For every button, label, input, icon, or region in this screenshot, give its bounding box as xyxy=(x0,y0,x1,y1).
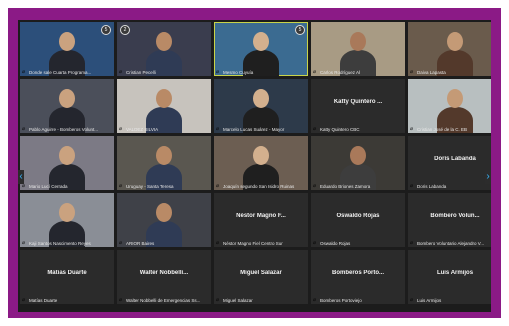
participant-badge: 5 xyxy=(101,25,111,35)
muted-mic-icon: ⌀ xyxy=(410,69,414,75)
participant-tile[interactable]: Matias Duarte Matías Duarte ⌀ xyxy=(20,250,114,304)
participant-tile[interactable]: Bomberos Porto... Bomberos Portoviejo ⌀ xyxy=(311,250,405,304)
participant-badge: 5 xyxy=(295,25,305,35)
muted-mic-icon: ⌀ xyxy=(119,183,123,189)
participant-tile[interactable]: Oswaldo Rojas Oswaldo Rojas ⌀ xyxy=(311,193,405,247)
participant-name: Cristian Pecelli xyxy=(126,70,156,75)
participant-name: Bombero Voluntario Alejandro V... xyxy=(417,241,485,246)
window-frame: Donde sale Cuarta Programa... ⌀ 5 Cristian … xyxy=(8,8,501,318)
participant-name: Pablo Aguirre - Bomberos Volunt... xyxy=(29,127,99,132)
chevron-right-icon[interactable]: › xyxy=(485,170,491,184)
muted-mic-icon: ⌀ xyxy=(410,126,414,132)
muted-mic-icon: ⌀ xyxy=(119,126,123,132)
participant-display-name: Matias Duarte xyxy=(47,270,87,276)
participant-tile[interactable]: Walter Nobbelli... Walter Nobbelli de Eme… xyxy=(117,250,211,304)
muted-mic-icon: ⌀ xyxy=(216,126,220,132)
participant-tile[interactable]: Daiva Lapasta ⌀ xyxy=(408,22,491,76)
muted-mic-icon: ⌀ xyxy=(313,297,317,303)
participant-tile[interactable]: Joaquín segundo San Isidro Ruinas ⌀ xyxy=(214,136,308,190)
participant-tile[interactable]: ARIOR Baires ⌀ xyxy=(117,193,211,247)
participant-name: Kaji Santos Nascimento Reyes xyxy=(29,241,91,246)
participant-tile[interactable]: VALDEZ SILVIA ⌀ xyxy=(117,79,211,133)
participant-tile[interactable]: Cristian Pecelli ⌀ 2 xyxy=(117,22,211,76)
participant-display-name: Doris Labanda xyxy=(434,156,476,162)
participant-display-name: Bomberos Porto... xyxy=(331,270,384,276)
participant-name: Luis Armijos xyxy=(417,298,442,303)
participant-tile[interactable]: Bombero Volun... Bombero Voluntario Aleja… xyxy=(408,193,491,247)
muted-mic-icon: ⌀ xyxy=(119,69,123,75)
participant-name: Matías Duarte xyxy=(29,298,58,303)
participant-name: Doris Labanda xyxy=(417,184,447,189)
participant-name: Donde sale Cuarta Programa... xyxy=(29,70,92,75)
participant-name: Bomberos Portoviejo xyxy=(320,298,362,303)
participant-tile[interactable]: Néstor Magno F... Néstor Magno Fiel Centr… xyxy=(214,193,308,247)
participant-name: Mesmo Cuyuía xyxy=(223,70,254,75)
participant-name: Mario Lucí Cerrada xyxy=(29,184,68,189)
video-gallery: Donde sale Cuarta Programa... ⌀ 5 Cristian … xyxy=(18,20,491,312)
participant-name: VALDEZ SILVIA xyxy=(126,127,159,132)
participant-name: Cristian José de la C. EB xyxy=(417,127,468,132)
muted-mic-icon: ⌀ xyxy=(216,183,220,189)
participant-name: Joaquín segundo San Isidro Ruinas xyxy=(223,184,295,189)
participant-name: Daiva Lapasta xyxy=(417,70,446,75)
participant-tile[interactable]: Mesmo Cuyuía ⌀ 5 xyxy=(214,22,308,76)
muted-mic-icon: ⌀ xyxy=(216,69,220,75)
participant-grid: Donde sale Cuarta Programa... ⌀ 5 Cristian … xyxy=(20,22,491,304)
participant-tile[interactable]: Luis Armijos Luis Armijos ⌀ xyxy=(408,250,491,304)
muted-mic-icon: ⌀ xyxy=(313,240,317,246)
participant-name: Carlos Rodríguez Al xyxy=(320,70,361,75)
participant-tile[interactable]: Kaji Santos Nascimento Reyes ⌀ xyxy=(20,193,114,247)
participant-name: Marcelo Lucas Suárez - Mayor xyxy=(223,127,285,132)
participant-display-name: Bombero Volun... xyxy=(430,213,480,219)
participant-name: Uruguay - Santa Teresa xyxy=(126,184,174,189)
muted-mic-icon: ⌀ xyxy=(22,240,26,246)
muted-mic-icon: ⌀ xyxy=(216,297,220,303)
muted-mic-icon: ⌀ xyxy=(216,240,220,246)
participant-display-name: Oswaldo Rojas xyxy=(336,213,380,219)
participant-name: Oswaldo Rojas xyxy=(320,241,351,246)
participant-name: Walter Nobbelli de Emergencias Ss... xyxy=(126,298,201,303)
participant-tile[interactable]: Donde sale Cuarta Programa... ⌀ 5 xyxy=(20,22,114,76)
muted-mic-icon: ⌀ xyxy=(119,297,123,303)
participant-display-name: Miguel Salazar xyxy=(240,270,282,276)
participant-display-name: Néstor Magno F... xyxy=(236,213,286,219)
muted-mic-icon: ⌀ xyxy=(410,183,414,189)
muted-mic-icon: ⌀ xyxy=(119,240,123,246)
participant-tile[interactable]: Doris Labanda Doris Labanda ⌀ xyxy=(408,136,491,190)
participant-name: Néstor Magno Fiel Centro Sur xyxy=(223,241,283,246)
participant-name: Eduardo Briones Zamora xyxy=(320,184,371,189)
participant-tile[interactable]: Cristian José de la C. EB ⌀ xyxy=(408,79,491,133)
participant-tile[interactable]: Pablo Aguirre - Bomberos Volunt... ⌀ xyxy=(20,79,114,133)
participant-tile[interactable]: Carlos Rodríguez Al ⌀ xyxy=(311,22,405,76)
muted-mic-icon: ⌀ xyxy=(22,69,26,75)
participant-tile[interactable]: Katty Quintero ... Katty Quintero CBC ⌀ xyxy=(311,79,405,133)
participant-display-name: Katty Quintero ... xyxy=(333,99,383,105)
muted-mic-icon: ⌀ xyxy=(22,297,26,303)
participant-tile[interactable]: Marcelo Lucas Suárez - Mayor ⌀ xyxy=(214,79,308,133)
participant-name: ARIOR Baires xyxy=(126,241,155,246)
participant-tile[interactable]: Uruguay - Santa Teresa ⌀ xyxy=(117,136,211,190)
participant-display-name: Luis Armijos xyxy=(436,270,474,276)
participant-name: Katty Quintero CBC xyxy=(320,127,360,132)
participant-tile[interactable]: Eduardo Briones Zamora ⌀ xyxy=(311,136,405,190)
muted-mic-icon: ⌀ xyxy=(410,240,414,246)
muted-mic-icon: ⌀ xyxy=(313,126,317,132)
participant-tile[interactable]: Mario Lucí Cerrada ⌀ xyxy=(20,136,114,190)
participant-display-name: Walter Nobbelli... xyxy=(139,270,189,276)
participant-name: Miguel Salazar xyxy=(223,298,253,303)
muted-mic-icon: ⌀ xyxy=(313,183,317,189)
participant-tile[interactable]: Miguel Salazar Miguel Salazar ⌀ xyxy=(214,250,308,304)
muted-mic-icon: ⌀ xyxy=(22,126,26,132)
muted-mic-icon: ⌀ xyxy=(410,297,414,303)
participant-badge: 2 xyxy=(120,25,130,35)
muted-mic-icon: ⌀ xyxy=(313,69,317,75)
chevron-left-icon[interactable]: ‹ xyxy=(18,170,24,184)
